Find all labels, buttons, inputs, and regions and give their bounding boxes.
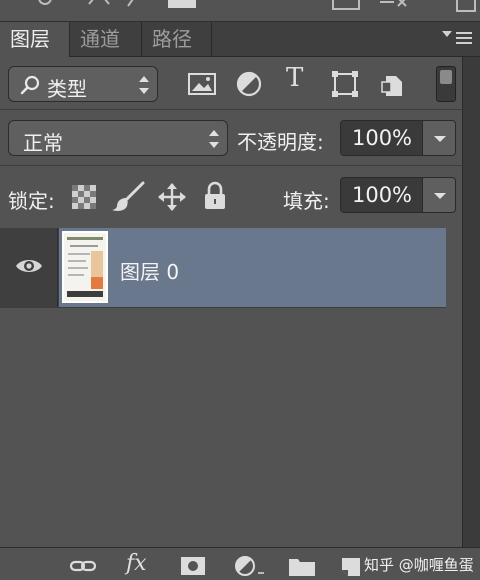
new-group-folder-icon[interactable] xyxy=(287,554,317,578)
layers-bottom-toolbar: fx 知乎 @咖喱鱼蛋 xyxy=(0,547,480,580)
partial-fx-icon xyxy=(127,0,134,7)
eye-icon xyxy=(16,260,42,272)
tab-channels[interactable]: 通道 xyxy=(70,22,142,57)
smart-object-filter-icon[interactable] xyxy=(376,67,410,101)
top-toolbar-strip xyxy=(0,0,480,22)
image-filter-icon[interactable] xyxy=(185,67,219,101)
new-adjustment-layer-icon[interactable] xyxy=(232,554,266,578)
partial-brush-icon xyxy=(88,0,110,5)
layer-visibility-toggle[interactable] xyxy=(0,228,58,307)
lock-position-move-icon[interactable] xyxy=(157,182,187,212)
filter-kind-select[interactable]: 类型 xyxy=(8,66,158,102)
panel-tab-bar: 图层 通道 路径 xyxy=(0,22,480,58)
search-icon xyxy=(20,75,40,95)
lock-all-padlock-icon[interactable] xyxy=(203,181,227,211)
layer-style-fx-icon[interactable]: fx xyxy=(126,551,147,576)
shape-filter-icon[interactable] xyxy=(328,67,362,101)
layers-panel-content: 类型 T 正常 不透明度: 100% 锁定: 填充: 100% 图层 0 xyxy=(0,57,462,547)
type-filter-icon[interactable]: T xyxy=(286,63,320,97)
tab-paths[interactable]: 路径 xyxy=(142,22,212,57)
fill-label: 填充: xyxy=(283,189,330,213)
filter-kind-label: 类型 xyxy=(47,77,87,101)
updown-arrows-icon xyxy=(209,130,219,148)
partial-frame-icon xyxy=(332,0,360,10)
partial-delete-icon xyxy=(380,0,407,7)
blend-mode-label: 正常 xyxy=(23,131,63,155)
adjustment-filter-icon[interactable] xyxy=(232,67,266,101)
updown-arrows-icon xyxy=(139,76,149,94)
partial-panel-icon xyxy=(456,0,476,12)
lock-image-pixels-brush-icon[interactable] xyxy=(110,181,146,213)
fill-input[interactable]: 100% xyxy=(340,177,424,213)
fill-dropdown-button[interactable] xyxy=(422,177,456,213)
layer-thumbnail xyxy=(62,231,108,303)
layer-row[interactable]: 图层 0 xyxy=(0,228,446,307)
opacity-input[interactable]: 100% xyxy=(340,120,424,156)
add-mask-icon[interactable] xyxy=(178,554,208,578)
partial-mask-icon xyxy=(168,0,196,8)
watermark-text: 知乎 @咖喱鱼蛋 xyxy=(364,556,474,574)
layer-name: 图层 0 xyxy=(120,260,180,284)
panel-menu-icon[interactable] xyxy=(442,28,472,48)
new-layer-icon[interactable] xyxy=(338,554,364,578)
filter-toggle-switch[interactable] xyxy=(436,66,456,102)
layer-selection-highlight xyxy=(59,228,446,307)
lock-transparent-pixels-icon[interactable] xyxy=(70,183,98,211)
blend-mode-select[interactable]: 正常 xyxy=(8,120,228,156)
lock-label: 锁定: xyxy=(8,189,55,213)
link-layers-icon[interactable] xyxy=(68,554,98,578)
layers-scrollbar[interactable] xyxy=(462,57,480,547)
opacity-dropdown-button[interactable] xyxy=(422,120,456,156)
partial-tool-icon xyxy=(38,0,52,5)
tab-layers[interactable]: 图层 xyxy=(0,22,70,58)
opacity-label: 不透明度: xyxy=(237,130,324,154)
